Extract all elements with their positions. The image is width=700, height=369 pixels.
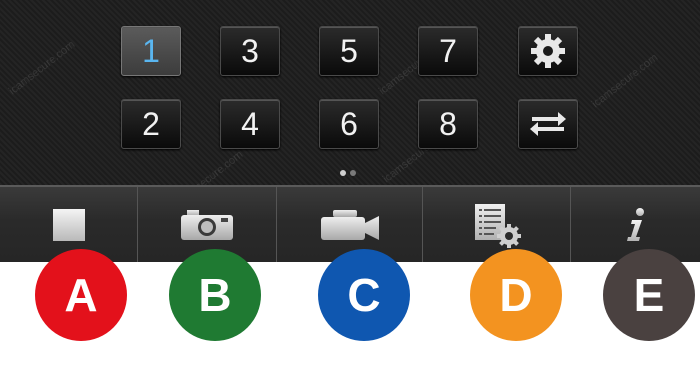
channel-4-button[interactable]: 4 — [220, 99, 280, 149]
stop-square-icon — [52, 208, 85, 241]
page-dot — [350, 170, 356, 176]
callout-badge-c: C — [318, 249, 410, 341]
channel-3-button[interactable]: 3 — [220, 26, 280, 76]
callout-badge-d: D — [470, 249, 562, 341]
settings-button[interactable] — [518, 26, 578, 76]
watermark: icamsecure.com — [589, 51, 661, 111]
channel-1-button[interactable]: 1 — [121, 26, 181, 76]
channel-8-button[interactable]: 8 — [418, 99, 478, 149]
swap-arrows-icon — [530, 112, 566, 136]
info-icon — [626, 207, 644, 241]
list-settings-icon — [474, 203, 521, 248]
callout-badge-a: A — [35, 249, 127, 341]
watermark: icamsecure.com — [6, 38, 78, 98]
channel-7-button[interactable]: 7 — [418, 26, 478, 76]
channel-5-button[interactable]: 5 — [319, 26, 379, 76]
video-camera-icon — [320, 209, 379, 240]
callout-badge-b: B — [169, 249, 261, 341]
channel-panel: icamsecure.com icamsecure.com icamsecure… — [0, 0, 700, 207]
page-dot-active — [340, 170, 346, 176]
callout-badge-e: E — [603, 249, 695, 341]
swap-button[interactable] — [518, 99, 578, 149]
settings-list-button[interactable] — [423, 187, 571, 262]
camera-icon — [181, 209, 233, 240]
channel-2-button[interactable]: 2 — [121, 99, 181, 149]
channel-6-button[interactable]: 6 — [319, 99, 379, 149]
page-indicator — [340, 170, 360, 178]
gear-icon — [531, 34, 565, 68]
